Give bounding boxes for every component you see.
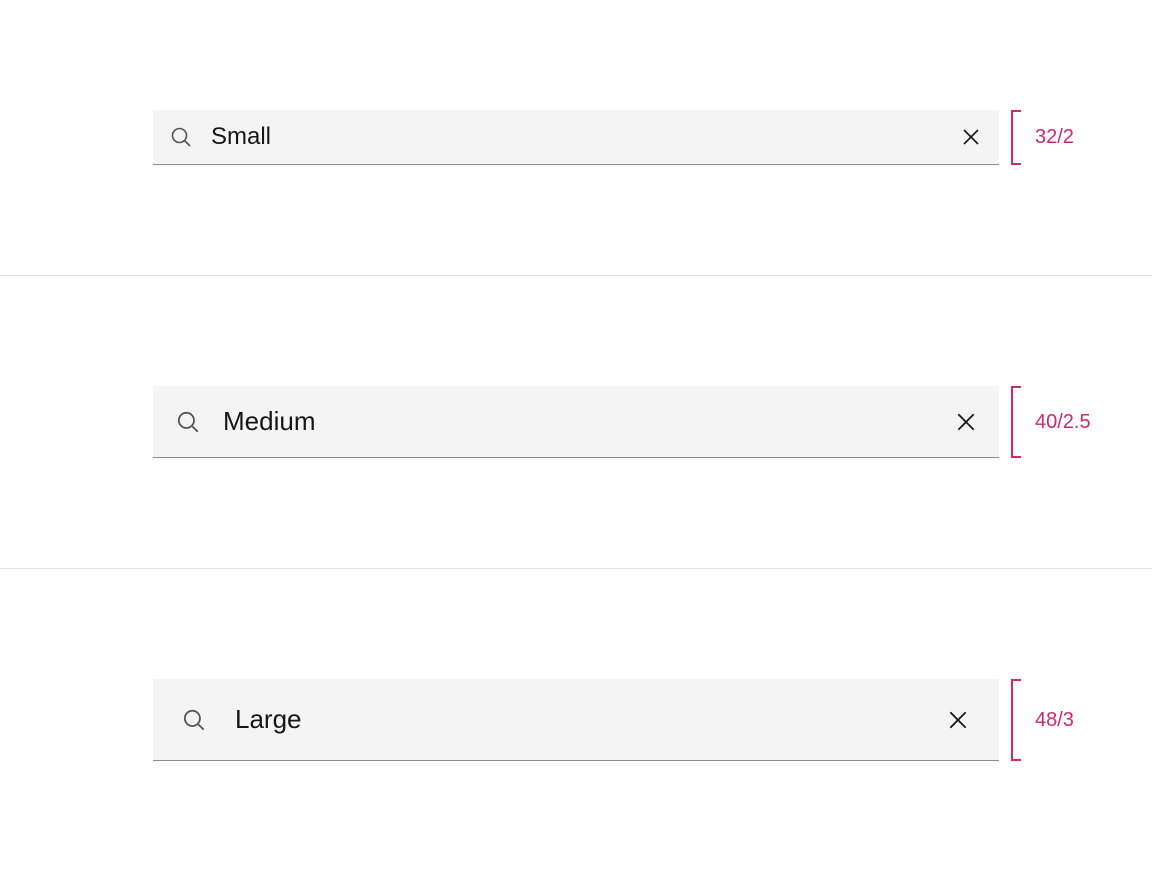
variant-row: Large 48/3	[0, 679, 1152, 761]
search-input-text: Large	[235, 704, 947, 735]
search-icon	[169, 125, 193, 149]
dimension-annotation: 40/2.5	[1011, 386, 1091, 458]
variant-large: Large 48/3	[0, 569, 1152, 871]
variant-medium: Medium 40/2.5	[0, 276, 1152, 568]
variant-small: Small 32/2	[0, 0, 1152, 275]
close-icon[interactable]	[961, 127, 999, 147]
dimension-label: 40/2.5	[1035, 411, 1091, 434]
search-field-medium[interactable]: Medium	[153, 386, 999, 458]
variant-row: Medium 40/2.5	[0, 386, 1152, 458]
search-field-small[interactable]: Small	[153, 110, 999, 165]
dimension-label: 32/2	[1035, 126, 1074, 149]
close-icon[interactable]	[955, 411, 999, 433]
variant-row: Small 32/2	[0, 110, 1152, 165]
dimension-annotation: 48/3	[1011, 679, 1074, 761]
search-icon	[175, 409, 201, 435]
dimension-annotation: 32/2	[1011, 110, 1074, 165]
search-input-text: Small	[211, 123, 961, 151]
dimension-label: 48/3	[1035, 709, 1074, 732]
dimension-bracket	[1011, 386, 1023, 458]
close-icon[interactable]	[947, 709, 999, 731]
dimension-bracket	[1011, 110, 1023, 165]
search-field-large[interactable]: Large	[153, 679, 999, 761]
search-icon	[181, 707, 207, 733]
search-input-text: Medium	[223, 406, 955, 437]
dimension-bracket	[1011, 679, 1023, 761]
